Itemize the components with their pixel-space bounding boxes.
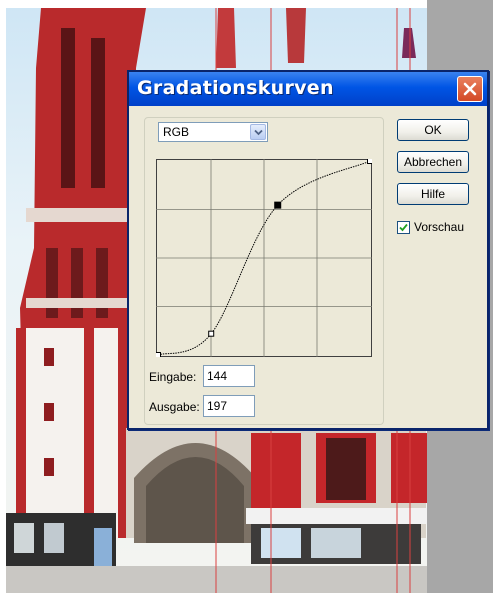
output-value-field[interactable]: 197 xyxy=(203,395,255,417)
preview-label: Vorschau xyxy=(414,220,465,234)
checkmark-icon xyxy=(399,223,408,232)
channel-select[interactable]: RGB xyxy=(158,122,268,142)
curve-graph[interactable] xyxy=(155,158,373,358)
curve-point[interactable] xyxy=(367,158,373,164)
spire-tops xyxy=(216,8,416,68)
curve-point[interactable] xyxy=(155,352,161,358)
curves-dialog: Gradationskurven RGB Eingabe: 144 Ausgab… xyxy=(127,70,489,430)
help-button[interactable]: Hilfe xyxy=(397,183,469,205)
close-button[interactable] xyxy=(457,76,483,102)
channel-selected-value: RGB xyxy=(163,125,190,139)
chevron-down-icon[interactable] xyxy=(250,124,266,140)
curve-point[interactable] xyxy=(208,330,215,337)
dialog-titlebar[interactable]: Gradationskurven xyxy=(129,72,487,106)
input-label: Eingabe: xyxy=(149,370,197,384)
checkbox[interactable] xyxy=(397,221,410,234)
dialog-title: Gradationskurven xyxy=(137,77,334,99)
curve-point-selected[interactable] xyxy=(274,201,282,209)
curve-graph-canvas[interactable] xyxy=(155,158,373,358)
close-icon xyxy=(463,82,477,96)
output-label: Ausgabe: xyxy=(149,400,200,414)
ok-button[interactable]: OK xyxy=(397,119,469,141)
input-value-field[interactable]: 144 xyxy=(203,365,255,387)
cancel-button[interactable]: Abbrechen xyxy=(397,151,469,173)
